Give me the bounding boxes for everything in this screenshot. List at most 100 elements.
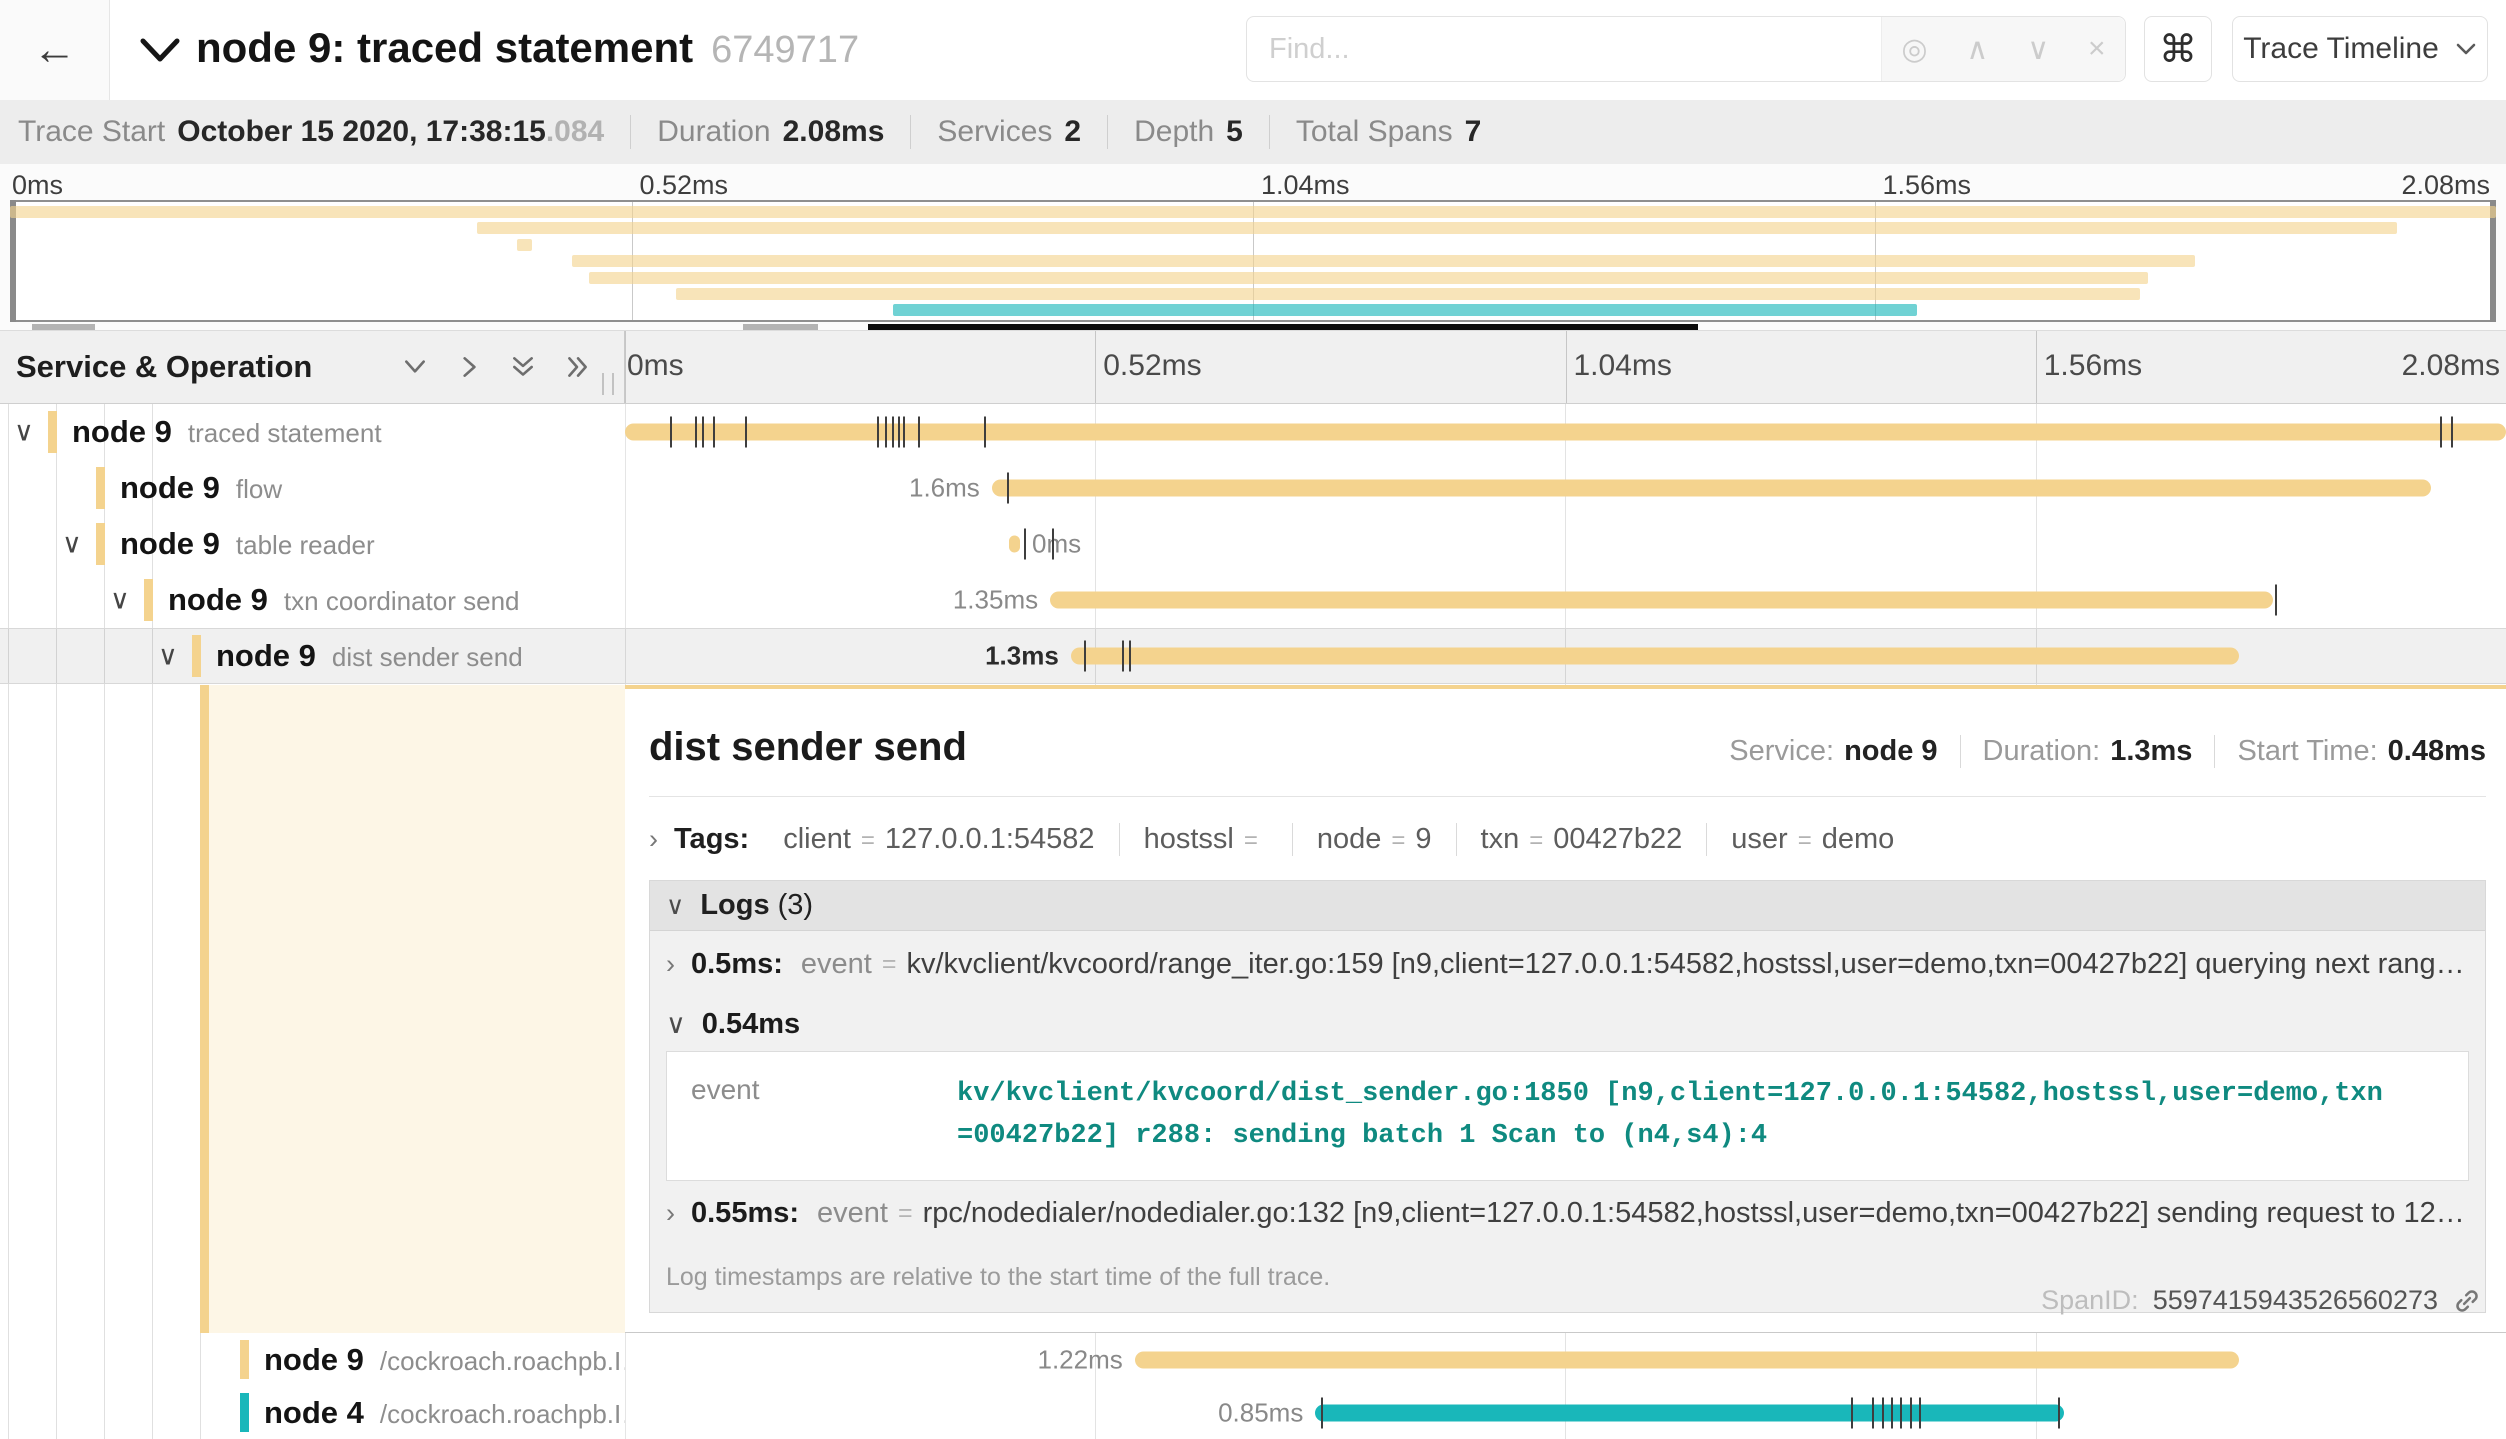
log-marker — [1882, 1397, 1884, 1428]
span-name-cell[interactable]: ∨node 9table reader — [0, 516, 625, 572]
span-name-cell[interactable]: node 4/cockroach.roachpb.I… — [0, 1386, 625, 1439]
log-field-value: kv/kvclient/kvcoord/dist_sender.go:1850 … — [957, 1074, 2437, 1158]
minimap-tick-label: 0.52ms — [640, 170, 729, 201]
span-bar[interactable] — [625, 424, 2506, 441]
span-name-cell[interactable]: node 9/cockroach.roachpb.I… — [0, 1333, 625, 1386]
service-operation-header: Service & Operation — [0, 331, 625, 403]
chevron-down-icon — [2455, 42, 2477, 56]
span-row[interactable]: node 9/cockroach.roachpb.I…1.22ms — [0, 1333, 2506, 1386]
trace-minimap: 0ms0.52ms1.04ms1.56ms2.08ms — [0, 164, 2506, 330]
column-resizer-handle[interactable] — [602, 373, 614, 395]
span-name-cell[interactable]: node 9 flow — [0, 460, 625, 516]
minimap-span-bar — [589, 272, 2148, 284]
span-bar[interactable] — [1135, 1351, 2239, 1368]
log-marker — [713, 417, 715, 448]
span-bar-cell[interactable]: 1.22ms — [625, 1333, 2506, 1386]
service-name: node 9 — [120, 470, 220, 505]
span-bar-cell[interactable]: 1.6ms — [625, 460, 2506, 516]
trace-summary-bar: Trace Start October 15 2020, 17:38:15.08… — [0, 100, 2506, 164]
trace-page: ← node 9: traced statement6749717 ◎ ∧ ∨ … — [0, 0, 2506, 1439]
log-marker — [2440, 417, 2442, 448]
chevron-down-icon[interactable]: ∨ — [158, 643, 178, 670]
log-marker — [1919, 1397, 1921, 1428]
span-bar[interactable] — [1071, 648, 2239, 665]
duration-label: Duration — [657, 115, 770, 149]
expand-one-icon[interactable] — [456, 354, 482, 380]
log-marker — [892, 417, 894, 448]
minimap-left-handle[interactable] — [10, 200, 16, 322]
span-bar-cell[interactable]: 0.85ms — [625, 1386, 2506, 1439]
span-row[interactable]: ∨ node 9txn coordinator send 1.35ms — [0, 572, 2506, 628]
log-marker — [1851, 1397, 1853, 1428]
chevron-right-icon: › — [649, 824, 658, 855]
span-row[interactable]: ∨node 9traced statement — [0, 404, 2506, 460]
keyboard-shortcuts-button[interactable]: ⌘ — [2144, 16, 2212, 82]
log-marker — [1007, 473, 1009, 504]
minimap-tick-label: 1.56ms — [1883, 170, 1972, 201]
span-id-label: SpanID: — [2041, 1285, 2139, 1316]
logs-title: Logs — [700, 889, 769, 922]
prev-match-icon[interactable]: ∧ — [1966, 32, 1988, 67]
log-marker — [877, 417, 879, 448]
span-name-cell[interactable]: ∨node 9traced statement — [0, 404, 625, 460]
log-entry-collapsed[interactable]: › 0.5ms: event = kv/kvclient/kvcoord/ran… — [650, 931, 2485, 997]
equals-sign: = — [882, 950, 897, 979]
operation-name: flow — [236, 474, 282, 504]
trace-start-ms: .084 — [546, 115, 604, 148]
back-button[interactable]: ← — [0, 0, 110, 100]
log-entry-expanded-header[interactable]: ∨ 0.54ms — [650, 997, 2485, 1051]
view-selector-button[interactable]: Trace Timeline — [2232, 16, 2488, 82]
minimap-right-handle[interactable] — [2490, 200, 2496, 322]
tag-user: user=demo — [1707, 823, 1918, 856]
log-entry-collapsed[interactable]: › 0.55ms: event = rpc/nodedialer/nodedia… — [650, 1181, 2485, 1247]
span-row[interactable]: ∨node 9dist sender send1.3ms — [0, 628, 2506, 684]
command-icon: ⌘ — [2159, 27, 2197, 72]
clear-search-icon[interactable]: × — [2088, 32, 2106, 66]
find-input[interactable] — [1247, 17, 1881, 81]
next-match-icon[interactable]: ∨ — [2027, 32, 2049, 67]
span-name: node 9txn coordinator send — [168, 582, 520, 618]
log-marker — [2451, 417, 2453, 448]
minimap-tick-labels: 0ms0.52ms1.04ms1.56ms2.08ms — [10, 170, 2496, 200]
collapse-all-icon[interactable] — [510, 354, 536, 380]
span-bar[interactable] — [1315, 1404, 2064, 1421]
tags-row[interactable]: › Tags: client=127.0.0.1:54582 hostssl= … — [649, 823, 2486, 856]
trace-services: Services 2 — [910, 115, 1107, 149]
collapse-one-icon[interactable] — [402, 354, 428, 380]
span-bar[interactable] — [1050, 592, 2273, 609]
span-name-cell[interactable]: ∨node 9dist sender send — [0, 628, 625, 684]
deep-link-icon[interactable] — [2452, 1286, 2482, 1316]
span-row[interactable]: node 9 flow 1.6ms — [0, 460, 2506, 516]
chevron-down-icon[interactable]: ∨ — [14, 419, 34, 446]
span-name: node 9 flow — [120, 470, 282, 506]
log-marker — [1891, 1397, 1893, 1428]
operation-name: /cockroach.roachpb.I… — [380, 1399, 625, 1429]
span-bar-cell[interactable]: 1.35ms — [625, 572, 2506, 628]
child-span-list: node 9/cockroach.roachpb.I…1.22msnode 4/… — [0, 1333, 2506, 1439]
tag-hostssl: hostssl= — [1120, 823, 1293, 856]
span-bar[interactable] — [1009, 536, 1020, 553]
tag-node: node=9 — [1293, 823, 1457, 856]
minimap-viewport[interactable] — [10, 200, 2496, 322]
logs-header[interactable]: ∨ Logs (3) — [650, 881, 2485, 931]
span-name-cell[interactable]: ∨ node 9txn coordinator send — [0, 572, 625, 628]
locate-icon[interactable]: ◎ — [1901, 32, 1927, 67]
log-marker — [1900, 1397, 1902, 1428]
span-row[interactable]: ∨node 9table reader0ms — [0, 516, 2506, 572]
span-bar[interactable] — [992, 480, 2431, 497]
service-name: node 9 — [72, 414, 172, 449]
span-name: node 4/cockroach.roachpb.I… — [264, 1395, 625, 1431]
chevron-down-icon[interactable]: ∨ — [110, 587, 130, 614]
span-detail-header: dist sender send Service:node 9 Duration… — [649, 725, 2486, 770]
span-bar-cell[interactable]: 1.3ms — [625, 628, 2506, 684]
operation-name: /cockroach.roachpb.I… — [380, 1346, 625, 1376]
duration-label: 1.35ms — [953, 585, 1038, 616]
span-bar-cell[interactable]: 0ms — [625, 516, 2506, 572]
log-marker — [670, 417, 672, 448]
chevron-down-icon[interactable]: ∨ — [62, 531, 82, 558]
expand-all-icon[interactable] — [564, 354, 590, 380]
chevron-down-icon: ∨ — [666, 1009, 686, 1040]
span-row[interactable]: node 4/cockroach.roachpb.I…0.85ms — [0, 1386, 2506, 1439]
span-bar-cell[interactable] — [625, 404, 2506, 460]
trace-collapse-chevron[interactable] — [138, 34, 182, 66]
